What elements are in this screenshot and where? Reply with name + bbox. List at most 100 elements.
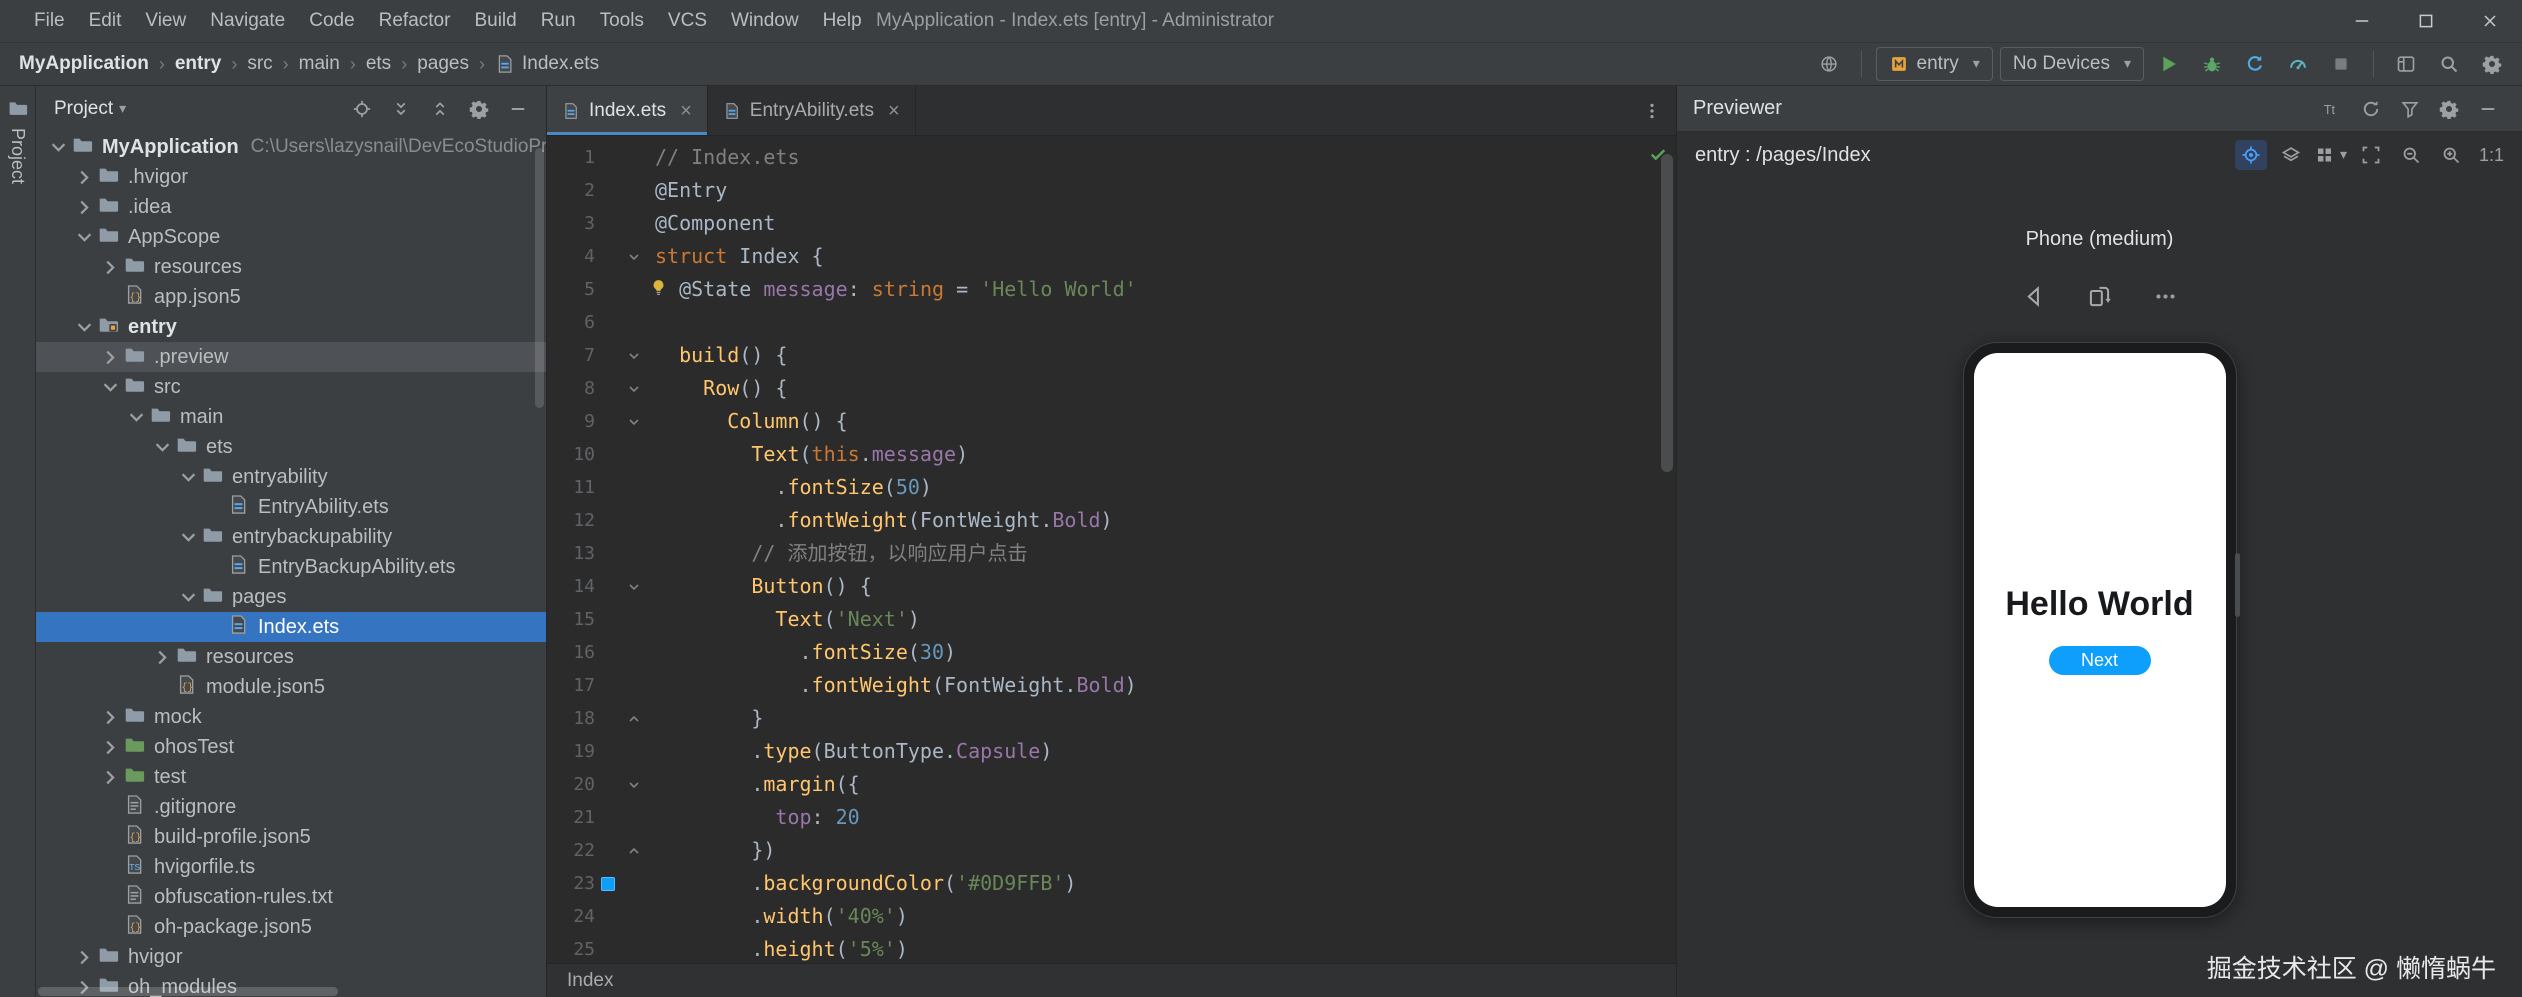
code-line-24[interactable]: 24 .width('40%') xyxy=(547,900,1676,933)
tree-row-test[interactable]: test xyxy=(36,762,546,792)
fold-marker-icon[interactable] xyxy=(621,372,647,405)
preview-next-button[interactable]: Next xyxy=(2049,646,2151,675)
editor-area[interactable]: 1// Index.ets2@Entry3@Component4struct I… xyxy=(547,136,1676,963)
code-line-23[interactable]: 23 .backgroundColor('#0D9FFB') xyxy=(547,867,1676,900)
tree-row-app-json5[interactable]: {}app.json5 xyxy=(36,282,546,312)
funnel-icon[interactable] xyxy=(2392,92,2428,126)
project-toolwindow-icon[interactable] xyxy=(8,98,28,118)
close-tab-icon[interactable]: × xyxy=(680,101,692,121)
run-config-select[interactable]: entry▾ xyxy=(1876,47,1993,81)
code-line-8[interactable]: 8 Row() { xyxy=(547,372,1676,405)
tree-row-hvigor[interactable]: hvigor xyxy=(36,942,546,972)
settings-icon[interactable] xyxy=(2431,92,2467,126)
more-icon[interactable] xyxy=(2148,279,2184,313)
debug-icon[interactable] xyxy=(2194,47,2230,81)
code-line-13[interactable]: 13 // 添加按钮，以响应用户点击 xyxy=(547,537,1676,570)
tree-row-hvigor[interactable]: .hvigor xyxy=(36,162,546,192)
tree-row-mock[interactable]: mock xyxy=(36,702,546,732)
breadcrumb-pages[interactable]: pages xyxy=(410,51,476,77)
menu-code[interactable]: Code xyxy=(297,0,366,42)
fold-marker-icon[interactable] xyxy=(621,702,647,735)
zoom-ratio[interactable]: 1:1 xyxy=(2479,145,2504,166)
menu-help[interactable]: Help xyxy=(811,0,874,42)
editor-scrollbar[interactable] xyxy=(1661,154,1673,472)
code-line-11[interactable]: 11 .fontSize(50) xyxy=(547,471,1676,504)
editor-breadcrumb-index[interactable]: Index xyxy=(567,970,613,992)
breadcrumb-index-ets[interactable]: Index.ets xyxy=(488,51,606,77)
minus-icon[interactable] xyxy=(500,92,536,126)
frame-icon[interactable] xyxy=(2355,140,2387,170)
layers-icon[interactable] xyxy=(2275,140,2307,170)
text-scale-icon[interactable]: Tt xyxy=(2314,92,2350,126)
menu-tools[interactable]: Tools xyxy=(588,0,656,42)
code-view[interactable]: 1// Index.ets2@Entry3@Component4struct I… xyxy=(547,141,1676,963)
rotate-device-icon[interactable] xyxy=(2082,279,2118,313)
code-line-12[interactable]: 12 .fontWeight(FontWeight.Bold) xyxy=(547,504,1676,537)
device-manager-icon[interactable] xyxy=(1811,47,1847,81)
fold-marker-icon[interactable] xyxy=(621,405,647,438)
color-swatch[interactable] xyxy=(601,877,615,891)
code-line-1[interactable]: 1// Index.ets xyxy=(547,141,1676,174)
menu-edit[interactable]: Edit xyxy=(77,0,134,42)
fold-marker-icon[interactable] xyxy=(621,768,647,801)
tool-windows-icon[interactable] xyxy=(2388,47,2424,81)
code-line-10[interactable]: 10 Text(this.message) xyxy=(547,438,1676,471)
tree-row-src[interactable]: src xyxy=(36,372,546,402)
code-line-4[interactable]: 4struct Index { xyxy=(547,240,1676,273)
minimize-button[interactable] xyxy=(2330,0,2394,42)
tree-row-index-ets[interactable]: Index.ets xyxy=(36,612,546,642)
project-vertical-scrollbar[interactable] xyxy=(535,148,544,408)
menu-navigate[interactable]: Navigate xyxy=(198,0,297,42)
tree-row-ets[interactable]: ets xyxy=(36,432,546,462)
grid-view-icon[interactable]: ▾ xyxy=(2315,140,2347,170)
breadcrumb-myapplication[interactable]: MyApplication xyxy=(12,51,156,77)
search-icon[interactable] xyxy=(2431,47,2467,81)
run-icon[interactable] xyxy=(2151,47,2187,81)
menu-build[interactable]: Build xyxy=(462,0,528,42)
restart-icon[interactable] xyxy=(2237,47,2273,81)
code-line-22[interactable]: 22 }) xyxy=(547,834,1676,867)
tree-row-pages[interactable]: pages xyxy=(36,582,546,612)
settings-icon[interactable] xyxy=(2474,47,2510,81)
minus-icon[interactable] xyxy=(2470,92,2506,126)
zoom-out-icon[interactable] xyxy=(2395,140,2427,170)
refresh-icon[interactable] xyxy=(2353,92,2389,126)
tree-row-myapplication[interactable]: MyApplicationC:\Users\lazysnail\DevEcoSt… xyxy=(36,132,546,162)
menu-file[interactable]: File xyxy=(22,0,77,42)
fold-marker-icon[interactable] xyxy=(621,570,647,603)
profiler-icon[interactable] xyxy=(2280,47,2316,81)
breadcrumb-entry[interactable]: entry xyxy=(168,51,228,77)
tree-row-oh-package-json5[interactable]: {}oh-package.json5 xyxy=(36,912,546,942)
code-line-7[interactable]: 7 build() { xyxy=(547,339,1676,372)
tree-row-resources[interactable]: resources xyxy=(36,642,546,672)
back-icon[interactable] xyxy=(2016,279,2052,313)
close-tab-icon[interactable]: × xyxy=(888,101,900,121)
fold-marker-icon[interactable] xyxy=(621,339,647,372)
tree-row-entrybackupability-ets[interactable]: EntryBackupAbility.ets xyxy=(36,552,546,582)
code-line-3[interactable]: 3@Component xyxy=(547,207,1676,240)
device-select[interactable]: No Devices▾ xyxy=(2000,47,2144,81)
project-stripe-label[interactable]: Project xyxy=(7,128,28,184)
code-line-21[interactable]: 21 top: 20 xyxy=(547,801,1676,834)
code-line-15[interactable]: 15 Text('Next') xyxy=(547,603,1676,636)
tree-row-preview[interactable]: .preview xyxy=(36,342,546,372)
close-button[interactable] xyxy=(2458,0,2522,42)
intention-bulb-icon[interactable] xyxy=(649,278,668,297)
locate-icon[interactable] xyxy=(344,92,380,126)
fold-marker-icon[interactable] xyxy=(621,240,647,273)
code-line-5[interactable]: 5 @State message: string = 'Hello World' xyxy=(547,273,1676,306)
tree-row-entrybackupability[interactable]: entrybackupability xyxy=(36,522,546,552)
menu-vcs[interactable]: VCS xyxy=(656,0,719,42)
settings-icon[interactable] xyxy=(461,92,497,126)
code-line-19[interactable]: 19 .type(ButtonType.Capsule) xyxy=(547,735,1676,768)
breadcrumb-ets[interactable]: ets xyxy=(359,51,398,77)
tree-row-ohostest[interactable]: ohosTest xyxy=(36,732,546,762)
project-horizontal-scrollbar[interactable] xyxy=(38,987,532,996)
fold-marker-icon[interactable] xyxy=(621,834,647,867)
tree-row-hvigorfile-ts[interactable]: TShvigorfile.ts xyxy=(36,852,546,882)
tree-row-appscope[interactable]: AppScope xyxy=(36,222,546,252)
menu-window[interactable]: Window xyxy=(719,0,811,42)
code-line-18[interactable]: 18 } xyxy=(547,702,1676,735)
menu-run[interactable]: Run xyxy=(529,0,588,42)
tab-options-icon[interactable] xyxy=(1628,86,1676,135)
